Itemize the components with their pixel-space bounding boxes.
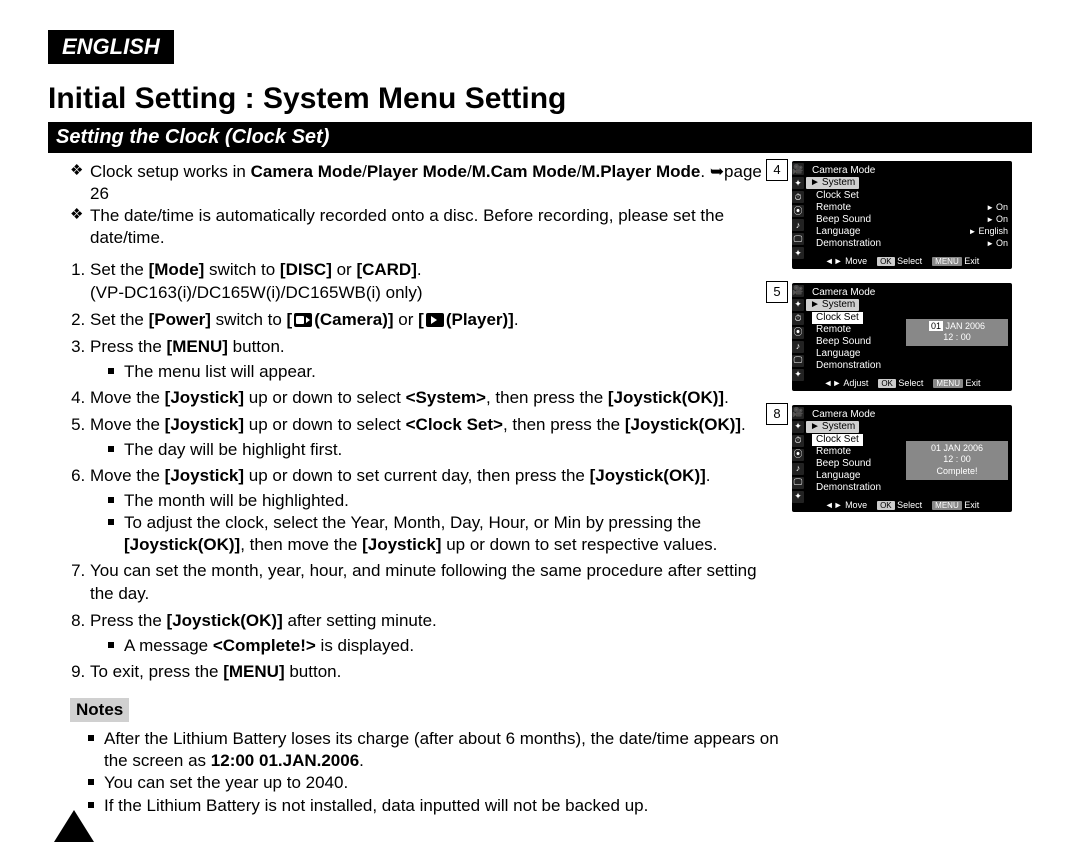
step-3: Press the [MENU] button. The menu list w… [90, 336, 784, 383]
step-6-sub2: To adjust the clock, select the Year, Mo… [108, 512, 784, 556]
step-9: To exit, press the [MENU] button. [90, 661, 784, 684]
step-8: Press the [Joystick(OK)] after setting m… [90, 610, 784, 657]
step-1-note: (VP-DC163(i)/DC165W(i)/DC165WB(i) only) [90, 283, 423, 302]
page-title: Initial Setting : System Menu Setting [48, 82, 1032, 116]
date-panel-5: 01 JAN 2006 12 : 00 [906, 319, 1008, 346]
note-3: If the Lithium Battery is not installed,… [88, 795, 784, 817]
step-1: Set the [Mode] switch to [DISC] or [CARD… [90, 259, 784, 305]
step-4: Move the [Joystick] up or down to select… [90, 387, 784, 410]
callout-8: 8 [766, 403, 788, 425]
intro-2: The date/time is automatically recorded … [70, 205, 784, 249]
player-icon [426, 313, 444, 327]
intro-1: Clock setup works in Camera Mode/Player … [70, 161, 784, 205]
intro-bullets: Clock setup works in Camera Mode/Player … [70, 161, 784, 249]
section-header: Setting the Clock (Clock Set) [48, 122, 1032, 153]
language-tag: ENGLISH [48, 30, 174, 64]
screenshot-8: 8 🎥✦⏱⦿♪🖵✦ Camera Mode System Clock Set R… [792, 405, 1032, 513]
note-1: After the Lithium Battery loses its char… [88, 728, 784, 772]
procedure-list: Set the [Mode] switch to [DISC] or [CARD… [70, 259, 784, 684]
notes-header: Notes [70, 698, 129, 722]
note-2: You can set the year up to 2040. [88, 772, 784, 794]
screenshot-4: 4 🎥✦⏱⦿♪🖵✦ Camera Mode System Clock Set R… [792, 161, 1032, 269]
step-7: You can set the month, year, hour, and m… [90, 560, 784, 606]
notes-list: After the Lithium Battery loses its char… [88, 728, 784, 816]
step-8-sub: A message <Complete!> is displayed. [108, 635, 784, 657]
step-6: Move the [Joystick] up or down to set cu… [90, 465, 784, 556]
camera-icon [294, 313, 312, 327]
date-panel-8: 01 JAN 2006 12 : 00 Complete! [906, 441, 1008, 480]
step-5: Move the [Joystick] up or down to select… [90, 414, 784, 461]
page-number: 30 [54, 810, 94, 842]
screenshot-5: 5 🎥✦⏱⦿♪🖵✦ Camera Mode System Clock Set R… [792, 283, 1032, 391]
callout-4: 4 [766, 159, 788, 181]
step-5-sub: The day will be highlight first. [108, 439, 784, 461]
callout-5: 5 [766, 281, 788, 303]
step-6-sub1: The month will be highlighted. [108, 490, 784, 512]
step-2: Set the [Power] switch to [(Camera)] or … [90, 309, 784, 332]
step-3-sub: The menu list will appear. [108, 361, 784, 383]
